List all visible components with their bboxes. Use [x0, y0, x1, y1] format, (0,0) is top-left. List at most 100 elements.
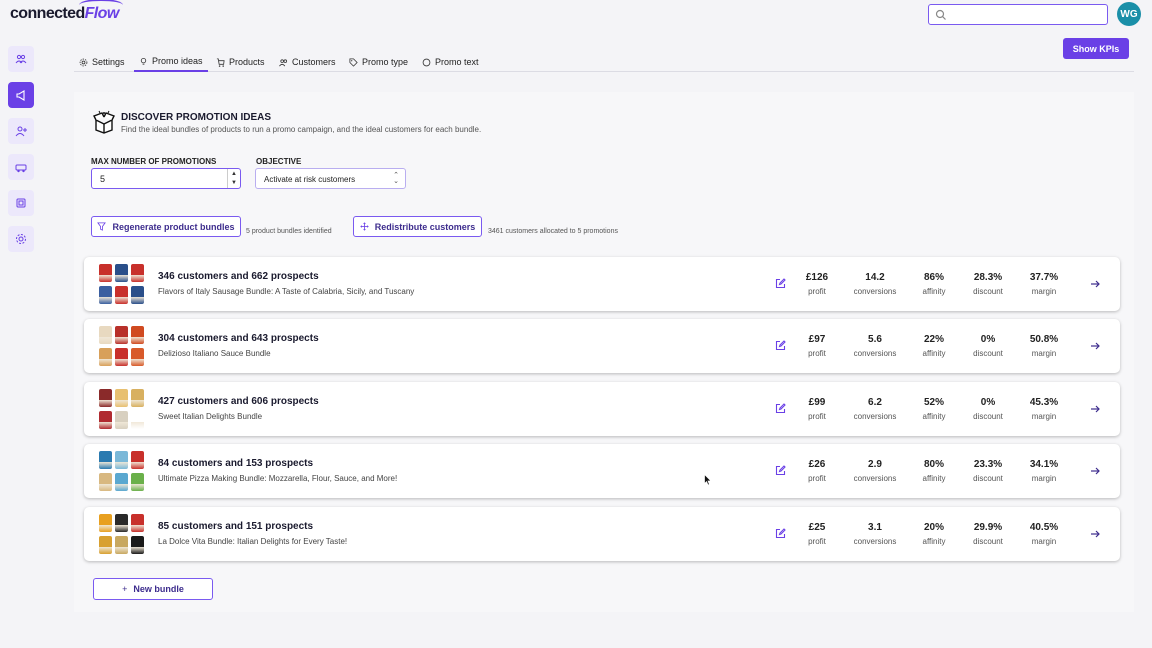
objective-select[interactable]: Activate at risk customers ⌃ ⌄ — [255, 168, 406, 189]
tab-settings[interactable]: Settings — [74, 52, 130, 72]
sidebar-item-people[interactable] — [8, 46, 34, 72]
tab-promo-ideas[interactable]: Promo ideas — [134, 52, 208, 72]
max-promotions-input[interactable]: 5 ▲ ▼ — [91, 168, 241, 189]
metric-label: discount — [973, 474, 1003, 483]
metric-affinity: 22% affinity — [904, 334, 964, 358]
metric-discount: 0% discount — [958, 397, 1018, 421]
metric-label: profit — [808, 412, 826, 421]
edit-icon[interactable] — [775, 340, 786, 351]
sidebar — [8, 46, 36, 262]
tab-promo-type[interactable]: Promo type — [344, 52, 413, 72]
product-thumbnails — [99, 326, 145, 368]
edit-icon[interactable] — [775, 528, 786, 539]
tab-promo-text[interactable]: Promo text — [417, 52, 484, 72]
product-image — [99, 286, 112, 304]
metric-value: 40.5% — [1029, 522, 1059, 533]
product-image — [99, 514, 112, 532]
arrow-right-icon[interactable] — [1090, 341, 1100, 351]
product-image — [115, 389, 128, 407]
bundle-card[interactable]: 84 customers and 153 prospects Ultimate P… — [84, 444, 1120, 498]
metric-discount: 23.3% discount — [958, 459, 1018, 483]
quantity-stepper[interactable]: ▲ ▼ — [227, 169, 240, 188]
bundle-card[interactable]: 427 customers and 606 prospects Sweet Ita… — [84, 382, 1120, 436]
product-image — [115, 473, 128, 491]
sidebar-item-promotions[interactable] — [8, 82, 34, 108]
product-thumbnails — [99, 264, 145, 306]
bundle-card[interactable]: 85 customers and 151 prospects La Dolce V… — [84, 507, 1120, 561]
logo-main-text: connected — [10, 5, 85, 22]
sidebar-item-grid[interactable] — [8, 190, 34, 216]
product-image — [115, 286, 128, 304]
product-thumbnails — [99, 514, 145, 556]
product-image — [115, 326, 128, 344]
metric-label: affinity — [922, 537, 946, 546]
search-icon — [935, 9, 946, 20]
product-image — [99, 326, 112, 344]
metric-conversions: 3.1 conversions — [845, 522, 905, 546]
search-input[interactable] — [928, 4, 1108, 25]
arrow-right-icon[interactable] — [1090, 404, 1100, 414]
cart-icon — [216, 57, 225, 67]
edit-icon[interactable] — [775, 403, 786, 414]
chevron-down-icon[interactable]: ▼ — [231, 180, 237, 186]
metric-value: 86% — [923, 272, 944, 283]
metric-value: £97 — [808, 334, 826, 345]
product-image — [131, 286, 144, 304]
metric-affinity: 86% affinity — [904, 272, 964, 296]
open-box-icon — [93, 110, 115, 134]
bundle-name: Flavors of Italy Sausage Bundle: A Taste… — [158, 287, 415, 296]
filter-icon — [97, 222, 107, 231]
metric-value: 6.2 — [868, 397, 882, 408]
chevron-up-icon[interactable]: ▲ — [231, 171, 237, 177]
metric-label: conversions — [853, 349, 897, 358]
metric-label: margin — [1031, 287, 1057, 296]
metric-label: conversions — [853, 537, 897, 546]
edit-icon[interactable] — [775, 278, 786, 289]
tab-products[interactable]: Products — [211, 52, 270, 72]
sidebar-item-settings[interactable] — [8, 226, 34, 252]
metric-label: margin — [1031, 349, 1057, 358]
people-icon — [15, 54, 27, 64]
metric-affinity: 52% affinity — [904, 397, 964, 421]
metric-label: profit — [808, 474, 826, 483]
tab-customers[interactable]: Customers — [274, 52, 341, 72]
product-image — [99, 264, 112, 282]
arrow-right-icon[interactable] — [1090, 466, 1100, 476]
bundle-title: 304 customers and 643 prospects — [158, 333, 319, 344]
bundle-card[interactable]: 304 customers and 643 prospects Delizioso… — [84, 319, 1120, 373]
arrow-right-icon[interactable] — [1090, 529, 1100, 539]
tab-label: Customers — [292, 57, 336, 67]
new-bundle-button[interactable]: + New bundle — [93, 578, 213, 600]
avatar[interactable]: WG — [1117, 2, 1141, 26]
app-logo[interactable]: connected Flow — [10, 0, 123, 23]
max-promotions-value: 5 — [100, 174, 106, 184]
metric-label: discount — [973, 537, 1003, 546]
max-promotions-label: MAX NUMBER OF PROMOTIONS — [91, 157, 217, 166]
redistribute-customers-button[interactable]: Redistribute customers — [353, 216, 482, 237]
sidebar-item-add-user[interactable] — [8, 118, 34, 144]
gear-icon — [16, 234, 26, 244]
bundle-title: 427 customers and 606 prospects — [158, 396, 319, 407]
metric-value: 23.3% — [973, 459, 1003, 470]
sidebar-item-delivery[interactable] — [8, 154, 34, 180]
move-icon — [360, 222, 369, 231]
users-icon — [279, 58, 288, 66]
product-image — [99, 389, 112, 407]
tag-icon — [349, 57, 358, 67]
page-title: DISCOVER PROMOTION IDEAS — [121, 112, 272, 123]
regenerate-bundles-button[interactable]: Regenerate product bundles — [91, 216, 241, 237]
metric-value: 80% — [923, 459, 944, 470]
metric-affinity: 20% affinity — [904, 522, 964, 546]
product-image — [99, 411, 112, 429]
plus-icon: + — [122, 584, 128, 594]
metric-profit: £126 profit — [787, 272, 847, 296]
edit-icon[interactable] — [775, 465, 786, 476]
bundle-card[interactable]: 346 customers and 662 prospects Flavors o… — [84, 257, 1120, 311]
product-image — [131, 264, 144, 282]
gear-icon — [79, 58, 88, 66]
metric-value: 3.1 — [868, 522, 882, 533]
arrow-right-icon[interactable] — [1090, 279, 1100, 289]
mouse-cursor-icon — [704, 474, 712, 486]
product-image — [131, 451, 144, 469]
product-image — [131, 348, 144, 366]
